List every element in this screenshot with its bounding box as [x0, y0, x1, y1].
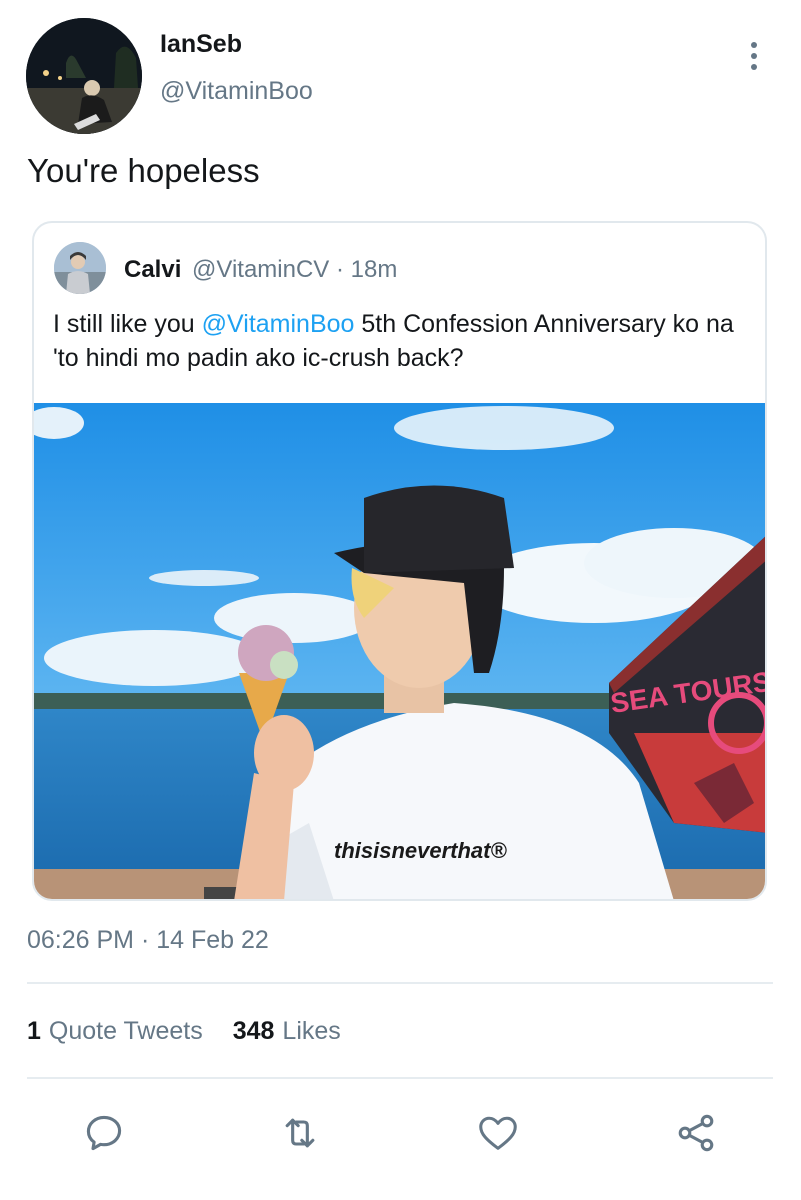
divider — [27, 1077, 773, 1079]
retweet-button[interactable] — [272, 1105, 328, 1161]
tweet-stats: 1 Quote Tweets 348 Likes — [27, 1017, 341, 1046]
quoted-author-handle[interactable]: @VitaminCV — [192, 256, 329, 283]
share-icon — [678, 1114, 714, 1152]
quoted-tweet-text: I still like you @VitaminBoo 5th Confess… — [53, 307, 753, 375]
shirt-text: thisisneverthat® — [334, 838, 507, 863]
likes-count[interactable]: 348 — [233, 1017, 275, 1046]
reply-icon — [86, 1115, 122, 1151]
quoted-text-part: I still like you — [53, 310, 202, 338]
quote-tweets-label[interactable]: Quote Tweets — [49, 1017, 203, 1046]
quote-tweets-count[interactable]: 1 — [27, 1017, 41, 1046]
tweet-timestamp[interactable]: 06:26 PM · 14 Feb 22 — [27, 926, 269, 955]
quoted-tweet-age[interactable]: 18m — [351, 256, 398, 283]
tweet-action-bar — [0, 1105, 801, 1165]
photo-scene: SEA TOURS thisisneverthat® — [34, 403, 765, 899]
likes-label[interactable]: Likes — [282, 1017, 340, 1046]
quoted-author-name[interactable]: Calvi — [124, 256, 181, 284]
author-avatar[interactable] — [26, 18, 142, 134]
retweet-icon — [285, 1118, 315, 1148]
divider — [27, 982, 773, 984]
quoted-author-avatar[interactable] — [54, 242, 106, 294]
quoted-avatar-photo — [54, 242, 106, 294]
like-button[interactable] — [470, 1105, 526, 1161]
quoted-author-meta: @VitaminCV · 18m — [192, 256, 397, 284]
quoted-tweet-image[interactable]: SEA TOURS thisisneverthat® — [34, 403, 765, 899]
author-name[interactable]: IanSeb — [160, 30, 242, 59]
mention-link[interactable]: @VitaminBoo — [202, 310, 355, 338]
tweet-text: You're hopeless — [27, 152, 260, 189]
more-options-icon[interactable] — [738, 36, 770, 76]
reply-button[interactable] — [76, 1105, 132, 1161]
heart-icon — [479, 1116, 517, 1150]
author-handle[interactable]: @VitaminBoo — [160, 77, 313, 106]
avatar-photo — [26, 18, 142, 134]
meta-separator: · — [335, 256, 344, 283]
share-button[interactable] — [668, 1105, 724, 1161]
quoted-tweet-card[interactable]: Calvi @VitaminCV · 18m I still like you … — [32, 221, 767, 901]
